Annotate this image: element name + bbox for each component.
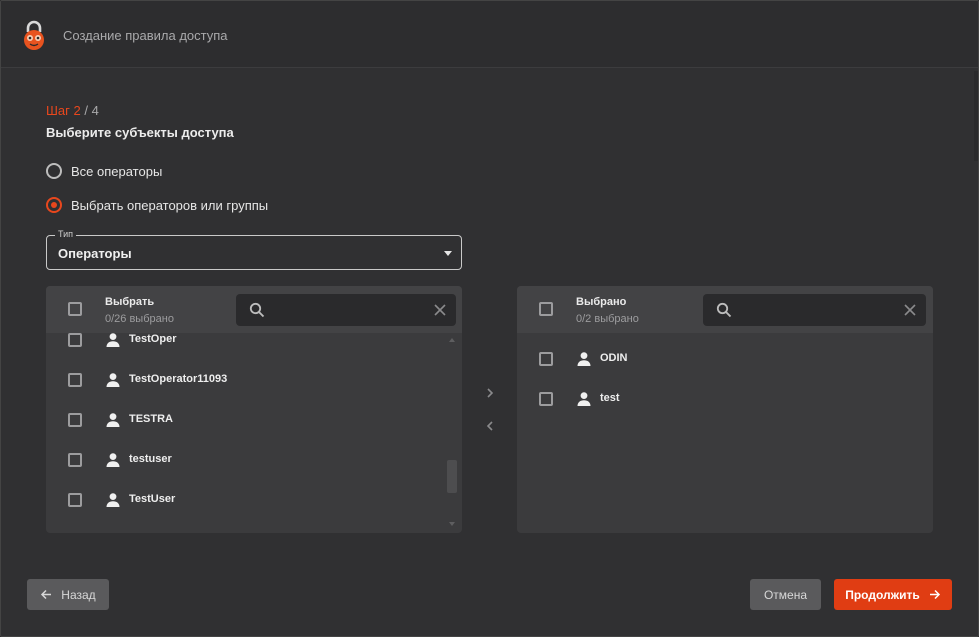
list-item[interactable]: TestUser — [46, 480, 462, 520]
lock-logo-icon — [24, 20, 44, 50]
user-icon — [105, 532, 121, 533]
list-item[interactable]: TestOperator11093 — [46, 360, 462, 400]
select-all-checkbox[interactable] — [68, 302, 82, 316]
radio-all-operators-circle[interactable] — [46, 163, 62, 179]
step-indicator: Шаг 2 / 4 — [46, 103, 99, 118]
item-checkbox[interactable] — [68, 373, 82, 387]
scroll-down-arrow-icon[interactable] — [449, 522, 455, 526]
available-search-input[interactable] — [274, 300, 424, 320]
item-name: TESTRA — [129, 413, 173, 425]
section-heading: Выберите субъекты доступа — [46, 125, 234, 140]
user-icon — [106, 333, 120, 347]
available-list[interactable]: TestOper TestOperator11093 TESTRA testus… — [46, 333, 462, 533]
item-name: test — [600, 392, 620, 404]
list-item[interactable]: ODIN — [517, 339, 933, 379]
chevron-left-icon[interactable] — [482, 418, 498, 434]
selected-list-panel: Выбрано 0/2 выбрано ODIN test — [517, 286, 933, 533]
radio-select-operators[interactable]: Выбрать операторов или группы — [46, 197, 268, 213]
selected-search-input[interactable] — [741, 300, 891, 320]
item-name: ODIN — [600, 352, 628, 364]
available-list-header: Выбрать 0/26 выбрано — [46, 286, 462, 333]
arrow-right-icon — [929, 589, 940, 600]
user-icon — [106, 413, 120, 427]
continue-button[interactable]: Продолжить — [834, 579, 952, 610]
selected-list-count: 0/2 выбрано — [576, 313, 639, 325]
available-search-box — [236, 294, 456, 326]
selected-search-box — [703, 294, 926, 326]
dialog-title: Создание правила доступа — [63, 28, 228, 43]
radio-select-operators-label: Выбрать операторов или группы — [71, 197, 269, 213]
step-separator: / — [80, 103, 92, 118]
item-checkbox[interactable] — [539, 352, 553, 366]
list-item[interactable]: testuser — [46, 440, 462, 480]
user-icon — [106, 453, 120, 467]
search-icon — [716, 302, 732, 318]
page-scrollbar[interactable] — [974, 71, 978, 161]
cancel-button[interactable]: Отмена — [750, 579, 821, 610]
scrollbar-thumb[interactable] — [447, 460, 457, 493]
item-checkbox[interactable] — [68, 333, 82, 347]
list-item[interactable]: TESTRA — [46, 400, 462, 440]
item-checkbox[interactable] — [68, 453, 82, 467]
user-icon — [106, 493, 120, 507]
select-all-selected-checkbox[interactable] — [539, 302, 553, 316]
available-list-panel: Выбрать 0/26 выбрано TestOper TestOperat… — [46, 286, 462, 533]
cancel-button-label: Отмена — [763, 587, 808, 602]
step-current: Шаг 2 — [46, 103, 81, 118]
selected-list-header: Выбрано 0/2 выбрано — [517, 286, 933, 333]
item-name: testuser — [129, 453, 172, 465]
scroll-up-arrow-icon[interactable] — [449, 338, 455, 342]
chevron-right-icon[interactable] — [482, 385, 498, 401]
back-button[interactable]: Назад — [27, 579, 109, 610]
continue-button-label: Продолжить — [845, 587, 920, 602]
item-checkbox[interactable] — [539, 392, 553, 406]
available-list-title: Выбрать — [105, 296, 155, 308]
available-list-scrollbar[interactable] — [446, 336, 458, 528]
close-icon[interactable] — [432, 302, 448, 318]
available-list-count: 0/26 выбрано — [105, 313, 174, 325]
step-total: 4 — [91, 103, 99, 118]
selected-list[interactable]: ODIN test — [517, 333, 933, 533]
user-icon — [577, 392, 591, 406]
item-name: TestOper — [129, 333, 177, 345]
caret-down-icon[interactable] — [444, 251, 452, 256]
type-select-value: Операторы — [58, 246, 132, 261]
back-button-label: Назад — [61, 587, 96, 602]
type-select[interactable]: Тип Операторы — [46, 229, 462, 270]
radio-select-operators-circle[interactable] — [46, 197, 62, 213]
list-item[interactable] — [46, 520, 462, 533]
radio-all-operators-label: Все операторы — [71, 163, 163, 179]
list-item[interactable]: test — [517, 379, 933, 419]
user-icon — [577, 352, 591, 366]
item-checkbox[interactable] — [68, 493, 82, 507]
list-item[interactable]: TestOper — [46, 333, 462, 360]
search-icon — [249, 302, 265, 318]
item-checkbox[interactable] — [68, 413, 82, 427]
radio-all-operators[interactable]: Все операторы — [46, 163, 162, 179]
dialog-window: Создание правила доступа Шаг 2 / 4 Выбер… — [0, 0, 979, 637]
item-name: TestOperator11093 — [129, 373, 228, 385]
arrow-left-icon — [41, 589, 52, 600]
title-bar: Создание правила доступа — [1, 1, 978, 68]
close-icon[interactable] — [902, 302, 918, 318]
selected-list-title: Выбрано — [576, 296, 627, 308]
type-select-legend: Тип — [55, 229, 77, 239]
user-icon — [106, 373, 120, 387]
item-name: TestUser — [129, 493, 176, 505]
